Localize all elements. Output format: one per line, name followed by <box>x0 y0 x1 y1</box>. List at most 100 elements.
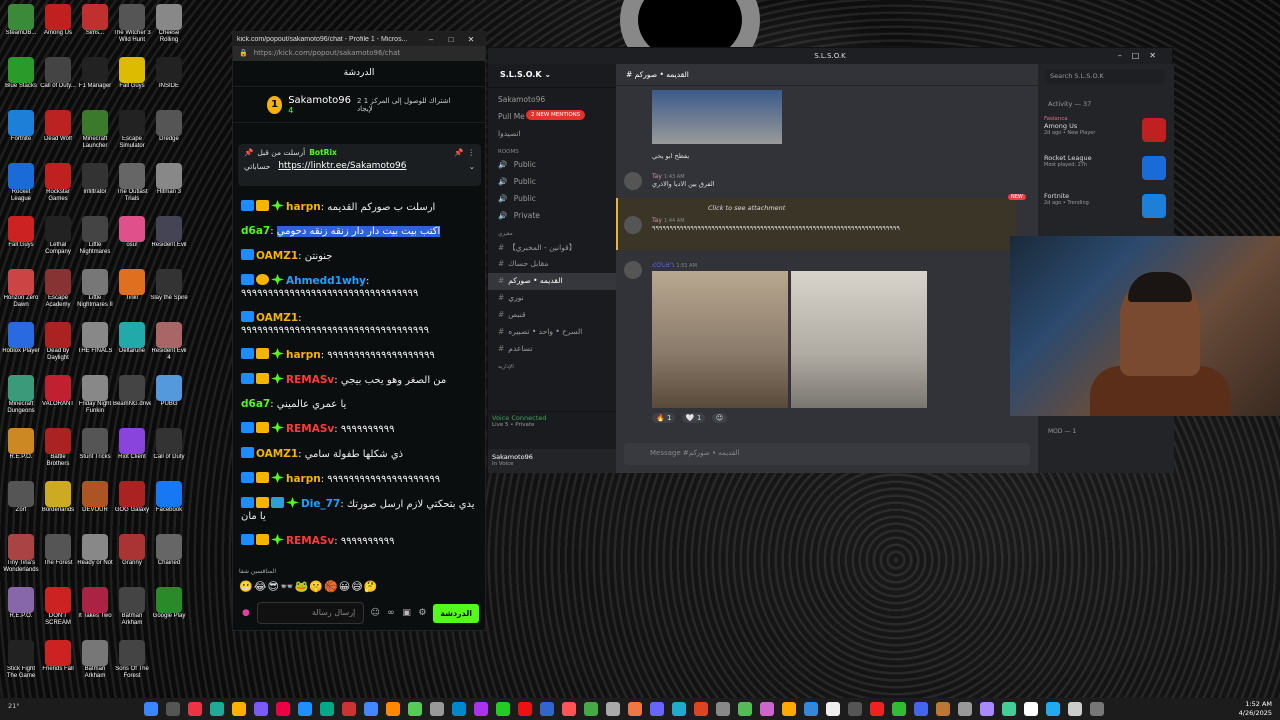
desktop-icon[interactable]: F1 Manager <box>76 57 114 97</box>
chat-username[interactable]: d6a7 <box>241 225 270 237</box>
taskbar-app-icon[interactable] <box>782 702 796 716</box>
taskbar-app-icon[interactable] <box>166 702 180 716</box>
desktop-icon[interactable]: Friends Fall <box>39 640 77 680</box>
desktop-icon[interactable]: Horizon Zero Dawn <box>2 269 40 309</box>
desktop-icon[interactable]: Friday Night Funkin <box>76 375 114 415</box>
channel-item[interactable]: # السرح • واحد • تصبيره <box>488 324 616 341</box>
desktop-icon[interactable]: Infiltrator <box>76 163 114 203</box>
desktop-icon[interactable]: Call of Duty... <box>39 57 77 97</box>
gear-icon[interactable]: ⚙ <box>417 608 427 618</box>
desktop-icon[interactable]: Granny <box>113 534 151 574</box>
channel-item[interactable]: Sakamoto96 <box>488 92 616 109</box>
desktop-icon[interactable]: Cheese Rolling <box>150 4 188 44</box>
desktop-icon[interactable]: Escape Academy <box>39 269 77 309</box>
reaction[interactable]: 🔥 1 <box>652 413 676 423</box>
taskbar-app-icon[interactable] <box>870 702 884 716</box>
attachment-hint[interactable]: Click to see attachment <box>708 204 785 212</box>
taskbar-app-icon[interactable] <box>144 702 158 716</box>
desktop-icon[interactable]: Hitman 3 <box>150 163 188 203</box>
channel-item[interactable]: # مقابل حساك <box>488 256 616 273</box>
taskbar-app-icon[interactable] <box>716 702 730 716</box>
chat-username[interactable]: REMASv <box>286 423 334 435</box>
taskbar-app-icon[interactable] <box>298 702 312 716</box>
desktop-icon[interactable]: Minecraft Dungeons <box>2 375 40 415</box>
desktop-icon[interactable]: Sims... <box>76 4 114 44</box>
avatar[interactable] <box>624 172 642 190</box>
chat-username[interactable]: d6a7 <box>241 398 270 410</box>
desktop-icon[interactable]: Call of Duty <box>150 428 188 468</box>
desktop-icon[interactable]: Blue Stacks <box>2 57 40 97</box>
desktop-icon[interactable]: R.E.P.O. <box>2 587 40 627</box>
desktop-icon[interactable]: PUBG <box>150 375 188 415</box>
weather-widget[interactable]: 21° <box>8 702 20 710</box>
taskbar-app-icon[interactable] <box>826 702 840 716</box>
desktop-icon[interactable]: Little Nightmares <box>76 216 114 256</box>
taskbar-app-icon[interactable] <box>232 702 246 716</box>
desktop-icon[interactable]: DON'T SCREAM <box>39 587 77 627</box>
store-icon[interactable]: ▣ <box>402 608 412 618</box>
taskbar-app-icon[interactable] <box>386 702 400 716</box>
desktop-icon[interactable]: DEVOUR <box>76 481 114 521</box>
desktop-icon[interactable]: Lethal Company <box>39 216 77 256</box>
voice-room[interactable]: 🔊 Public <box>488 157 616 174</box>
taskbar-app-icon[interactable] <box>936 702 950 716</box>
desktop-icon[interactable]: Ready or Not <box>76 534 114 574</box>
taskbar-app-icon[interactable] <box>474 702 488 716</box>
voice-room[interactable]: 🔊 Public <box>488 191 616 208</box>
taskbar-app-icon[interactable] <box>980 702 994 716</box>
taskbar-app-icon[interactable] <box>320 702 334 716</box>
desktop-icon[interactable]: Fall Guys <box>113 57 151 97</box>
search-input[interactable]: Search S.L.S.O.K <box>1045 69 1165 84</box>
desktop-icon[interactable]: Batman Arkham <box>113 587 151 627</box>
address-bar[interactable]: 🔒 https://kick.com/popout/sakamoto96/cha… <box>233 46 485 61</box>
bottom-category[interactable]: الإداريه <box>488 358 616 372</box>
chevron-down-icon[interactable]: ⌄ <box>469 162 475 171</box>
taskbar-app-icon[interactable] <box>430 702 444 716</box>
sub-goal-banner[interactable]: 1 Sakamoto96 4 2 اشتراك للوصول إلى المرك… <box>233 87 485 123</box>
taskbar-app-icon[interactable] <box>628 702 642 716</box>
desktop-icon[interactable]: Rockstar Games <box>39 163 77 203</box>
chat-username[interactable]: harpn <box>286 349 321 361</box>
taskbar-app-icon[interactable] <box>738 702 752 716</box>
desktop-icon[interactable]: Tinkr <box>113 269 151 309</box>
taskbar-app-icon[interactable] <box>650 702 664 716</box>
desktop-icon[interactable]: BeamNG.drive <box>113 375 151 415</box>
desktop-icon[interactable]: Google Play <box>150 587 188 627</box>
desktop-icon[interactable]: Stunt Tricks <box>76 428 114 468</box>
taskbar-app-icon[interactable] <box>892 702 906 716</box>
server-name[interactable]: S.L.S.O.K ⌄ <box>488 64 616 88</box>
desktop-icon[interactable]: Escape Simulator <box>113 110 151 150</box>
chat-username[interactable]: OAMZ1 <box>256 448 298 460</box>
taskbar-app-icon[interactable] <box>1024 702 1038 716</box>
rooms-category[interactable]: ROOMS <box>488 143 616 157</box>
desktop-icon[interactable]: Fall Guys <box>2 216 40 256</box>
taskbar-app-icon[interactable] <box>188 702 202 716</box>
emoji-icon[interactable]: ☺ <box>370 608 380 618</box>
voice-room[interactable]: 🔊 Private <box>488 208 616 225</box>
desktop-icon[interactable]: Dead Wolf <box>39 110 77 150</box>
chat-username[interactable]: harpn <box>286 473 321 485</box>
channel-item[interactable]: # قنبص <box>488 307 616 324</box>
voice-room[interactable]: 🔊 Public <box>488 174 616 191</box>
taskbar-app-icon[interactable] <box>342 702 356 716</box>
taskbar-app-icon[interactable] <box>254 702 268 716</box>
desktop-icon[interactable]: The Forest <box>39 534 77 574</box>
taskbar-app-icon[interactable] <box>1090 702 1104 716</box>
link-icon[interactable]: ∞ <box>386 608 396 618</box>
taskbar-app-icon[interactable] <box>1046 702 1060 716</box>
chat-username[interactable]: OAMZ1 <box>256 312 298 324</box>
desktop-icon[interactable]: Battle Brothers <box>39 428 77 468</box>
chat-username[interactable]: Ahmedd1why <box>286 275 366 287</box>
desktop-icon[interactable]: Roblox Player <box>2 322 40 362</box>
new-mentions-badge[interactable]: 2 NEW MENTIONS <box>526 110 586 120</box>
desktop-icon[interactable]: Resident Evil <box>150 216 188 256</box>
chat-username[interactable]: OAMZ1 <box>256 250 298 262</box>
pinned-link[interactable]: https://linktr.ee/Sakamoto96 <box>278 161 406 171</box>
taskbar-app-icon[interactable] <box>848 702 862 716</box>
user-panel[interactable]: Sakamoto96 In Voice <box>488 449 616 473</box>
desktop-icon[interactable]: Rocket League <box>2 163 40 203</box>
desktop-icon[interactable]: Riot Client <box>113 428 151 468</box>
desktop-icon[interactable]: Facebook <box>150 481 188 521</box>
window-controls[interactable]: –□✕ <box>1118 48 1166 64</box>
desktop-icon[interactable]: The Witcher 3 Wild Hunt <box>113 4 151 44</box>
